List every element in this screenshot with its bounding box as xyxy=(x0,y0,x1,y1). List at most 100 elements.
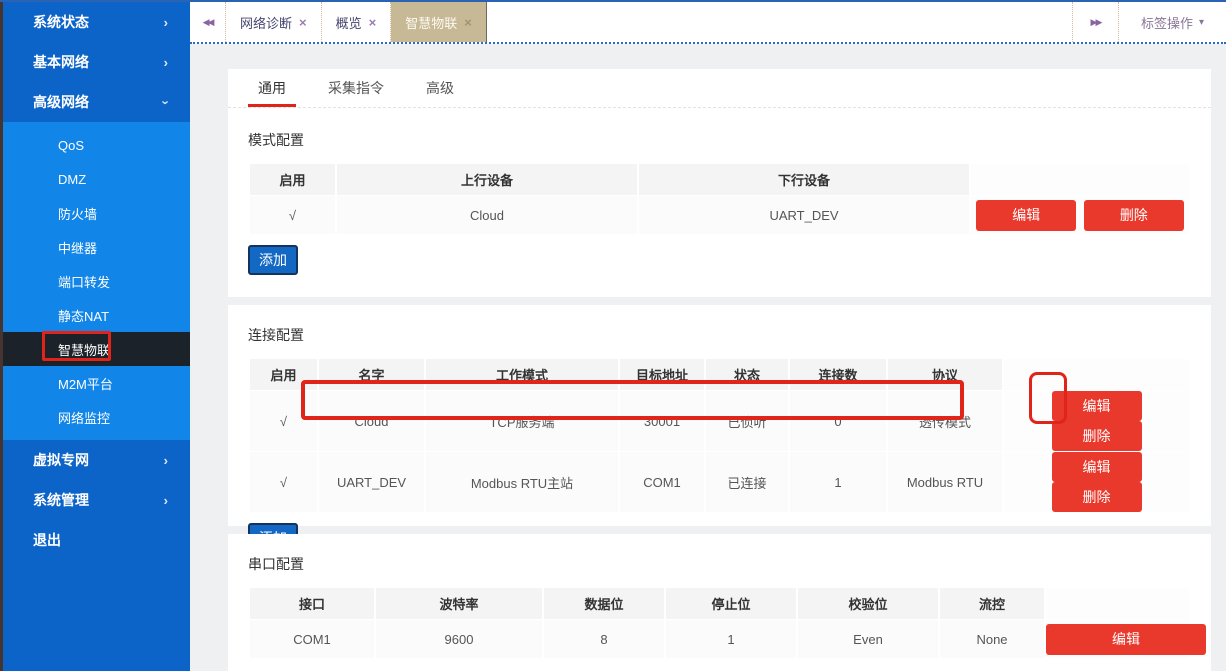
edit-button[interactable]: 编辑 xyxy=(1046,624,1206,655)
tab-general[interactable]: 通用 xyxy=(248,69,296,107)
edit-button[interactable]: 编辑 xyxy=(1052,452,1142,482)
cell-connection-count: 0 xyxy=(790,391,886,451)
sidebar-item-basic-network[interactable]: 基本网络 › xyxy=(3,42,190,82)
column-header: 连接数 xyxy=(790,359,886,390)
column-header: 校验位 xyxy=(798,588,938,619)
caret-down-icon: ▾ xyxy=(1199,17,1204,28)
table-row-cloud: √ Cloud TCP服务端 30001 已侦听 0 透传模式 编辑 删除 xyxy=(250,391,1189,451)
column-header: 数据位 xyxy=(544,588,664,619)
sidebar: 系统状态 › 基本网络 › 高级网络 › QoS DMZ 防火墙 中继器 端口转… xyxy=(0,2,190,671)
chevron-right-icon: › xyxy=(164,453,168,468)
row-actions: 编辑 删除 xyxy=(1004,452,1189,512)
cell-baud-rate: 9600 xyxy=(376,620,542,658)
sidebar-item-dmz[interactable]: DMZ xyxy=(3,162,190,196)
column-header: 流控 xyxy=(940,588,1044,619)
add-button[interactable]: 添加 xyxy=(248,245,298,275)
tab-actions-dropdown[interactable]: 标签操作 ▾ xyxy=(1118,2,1226,42)
chevron-right-icon: › xyxy=(164,15,168,30)
close-icon[interactable]: × xyxy=(369,15,377,30)
cell-enabled: √ xyxy=(250,196,335,234)
general-panel: 通用 采集指令 高级 模式配置 启用 上行设备 下行设备 √ Cloud UAR… xyxy=(228,69,1211,297)
mode-config-section: 模式配置 启用 上行设备 下行设备 √ Cloud UART_DEV 编辑 删除 xyxy=(228,108,1211,275)
sidebar-item-vpn[interactable]: 虚拟专网 › xyxy=(3,440,190,480)
table-header-row: 启用 名字 工作模式 目标地址 状态 连接数 协议 xyxy=(250,359,1189,390)
column-header: 协议 xyxy=(888,359,1002,390)
cell-work-mode: Modbus RTU主站 xyxy=(426,452,618,512)
app-page: 系统状态 › 基本网络 › 高级网络 › QoS DMZ 防火墙 中继器 端口转… xyxy=(0,0,1226,669)
section-title: 串口配置 xyxy=(248,534,1191,587)
cell-stop-bits: 1 xyxy=(666,620,796,658)
section-title: 模式配置 xyxy=(248,108,1191,163)
tab-overview[interactable]: 概览 × xyxy=(322,2,392,42)
column-header: 上行设备 xyxy=(337,164,637,195)
delete-button[interactable]: 删除 xyxy=(1052,482,1142,512)
double-arrow-left-icon: ◀◀ xyxy=(203,17,213,28)
column-header: 工作模式 xyxy=(426,359,618,390)
serial-config-section: 串口配置 接口 波特率 数据位 停止位 校验位 流控 COM1 9600 8 1 xyxy=(228,534,1211,671)
sidebar-item-label: 基本网络 xyxy=(33,52,89,72)
cell-target-address: COM1 xyxy=(620,452,704,512)
column-header-actions xyxy=(1046,588,1189,619)
column-header: 名字 xyxy=(319,359,424,390)
mode-config-table: 启用 上行设备 下行设备 √ Cloud UART_DEV 编辑 删除 xyxy=(248,163,1191,235)
edit-button[interactable]: 编辑 xyxy=(1052,391,1142,421)
sidebar-item-label: 系统管理 xyxy=(33,490,89,510)
column-header: 接口 xyxy=(250,588,374,619)
sidebar-item-qos[interactable]: QoS xyxy=(3,128,190,162)
cell-interface: COM1 xyxy=(250,620,374,658)
edit-button[interactable]: 编辑 xyxy=(976,200,1076,231)
table-row: √ Cloud UART_DEV 编辑 删除 xyxy=(250,196,1189,234)
cell-enabled: √ xyxy=(250,391,317,451)
sidebar-item-system-status[interactable]: 系统状态 › xyxy=(3,2,190,42)
tab-collect-command[interactable]: 采集指令 xyxy=(318,69,394,107)
sidebar-item-logout[interactable]: 退出 xyxy=(3,520,190,560)
tab-network-diagnosis[interactable]: 网络诊断 × xyxy=(226,2,322,42)
sidebar-item-label: 退出 xyxy=(33,530,61,550)
sidebar-item-firewall[interactable]: 防火墙 xyxy=(3,196,190,230)
scroll-tabs-left-button[interactable]: ◀◀ xyxy=(190,2,226,42)
column-header: 目标地址 xyxy=(620,359,704,390)
cell-target-address: 30001 xyxy=(620,391,704,451)
column-header: 启用 xyxy=(250,164,335,195)
connection-config-table: 启用 名字 工作模式 目标地址 状态 连接数 协议 √ Cloud TCP服务端… xyxy=(248,358,1191,513)
close-icon[interactable]: × xyxy=(299,15,307,30)
row-actions: 编辑 删除 xyxy=(1004,391,1189,451)
sidebar-item-smart-iot[interactable]: 智慧物联 xyxy=(3,332,190,366)
scroll-tabs-right-button[interactable]: ▶▶ xyxy=(1072,2,1118,42)
content-tabs: 通用 采集指令 高级 xyxy=(228,69,1211,108)
section-title: 连接配置 xyxy=(248,305,1191,358)
sidebar-item-label: 系统状态 xyxy=(33,12,89,32)
sidebar-item-port-forwarding[interactable]: 端口转发 xyxy=(3,264,190,298)
chevron-down-icon: › xyxy=(158,100,173,104)
table-row-com1: COM1 9600 8 1 Even None 编辑 xyxy=(250,620,1189,658)
tab-smart-iot[interactable]: 智慧物联 × xyxy=(391,2,487,42)
delete-button[interactable]: 删除 xyxy=(1084,200,1184,231)
tab-advanced[interactable]: 高级 xyxy=(416,69,464,107)
sidebar-item-m2m-platform[interactable]: M2M平台 xyxy=(3,366,190,400)
sidebar-item-static-nat[interactable]: 静态NAT xyxy=(3,298,190,332)
table-row-uart-dev: √ UART_DEV Modbus RTU主站 COM1 已连接 1 Modbu… xyxy=(250,452,1189,512)
cell-work-mode: TCP服务端 xyxy=(426,391,618,451)
row-actions: 编辑 删除 xyxy=(971,196,1189,234)
cell-name: UART_DEV xyxy=(319,452,424,512)
cell-status: 已侦听 xyxy=(706,391,788,451)
column-header: 停止位 xyxy=(666,588,796,619)
cell-status: 已连接 xyxy=(706,452,788,512)
sidebar-item-network-monitor[interactable]: 网络监控 xyxy=(3,400,190,434)
cell-flow-control: None xyxy=(940,620,1044,658)
sidebar-item-system-management[interactable]: 系统管理 › xyxy=(3,480,190,520)
row-actions: 编辑 xyxy=(1046,620,1189,658)
sidebar-item-advanced-network[interactable]: 高级网络 › xyxy=(3,82,190,122)
sidebar-item-label: 虚拟专网 xyxy=(33,450,89,470)
column-header: 状态 xyxy=(706,359,788,390)
cell-name: Cloud xyxy=(319,391,424,451)
tabbar-spacer xyxy=(487,2,1072,42)
close-icon[interactable]: × xyxy=(464,15,472,30)
delete-button[interactable]: 删除 xyxy=(1052,421,1142,451)
table-header-row: 接口 波特率 数据位 停止位 校验位 流控 xyxy=(250,588,1189,619)
table-header-row: 启用 上行设备 下行设备 xyxy=(250,164,1189,195)
cell-downstream-device: UART_DEV xyxy=(639,196,969,234)
sidebar-item-repeater[interactable]: 中继器 xyxy=(3,230,190,264)
cell-data-bits: 8 xyxy=(544,620,664,658)
column-header: 启用 xyxy=(250,359,317,390)
